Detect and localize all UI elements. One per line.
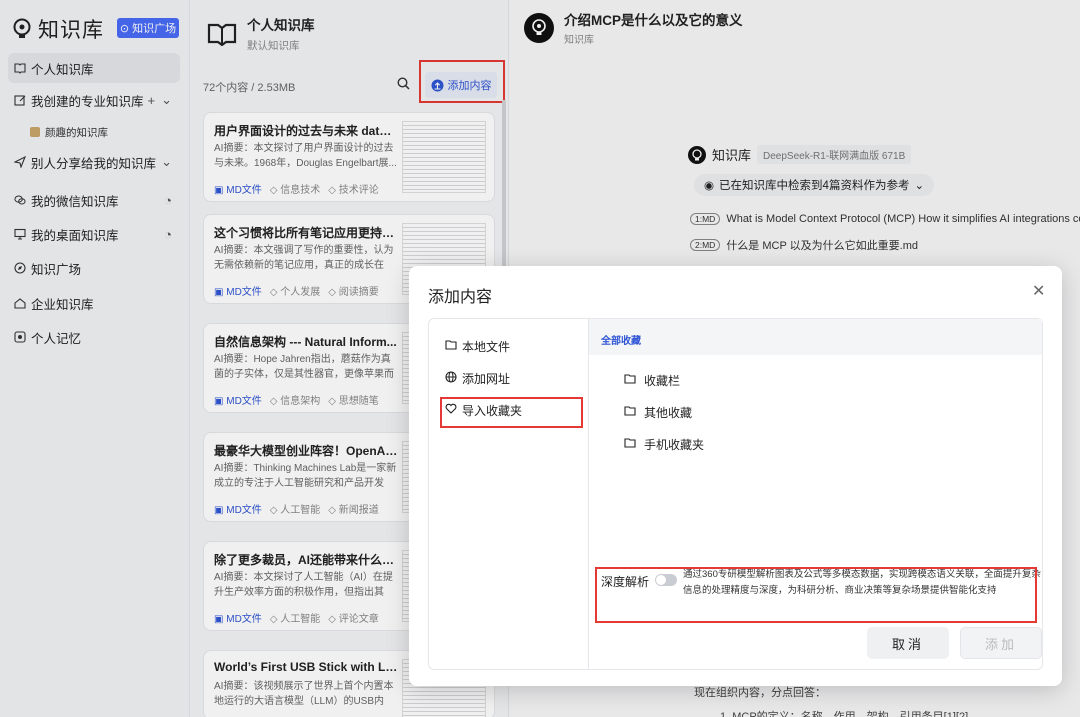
folder-icon <box>445 339 457 353</box>
folder-icon <box>624 437 636 451</box>
folder-icon <box>624 405 636 419</box>
cancel-button[interactable]: 取消 <box>867 627 949 659</box>
close-icon[interactable]: ✕ <box>1032 281 1045 301</box>
add-button[interactable]: 添加 <box>960 627 1042 659</box>
highlight-box-import <box>440 397 583 428</box>
source-options: 本地文件 添加网址 导入收藏夹 <box>429 319 589 669</box>
folder-icon <box>624 373 636 387</box>
option-add-url[interactable]: 添加网址 <box>445 366 510 390</box>
bookmark-folder[interactable]: 手机收藏夹 <box>624 432 704 456</box>
add-content-dialog: 添加内容 ✕ 本地文件 添加网址 导入收藏夹 全部收藏 收藏栏 其他收藏 手机收… <box>409 266 1062 686</box>
globe-icon <box>445 370 457 386</box>
dialog-title: 添加内容 <box>428 289 493 306</box>
highlight-box-deep-parse <box>595 567 1037 623</box>
bookmark-folder[interactable]: 其他收藏 <box>624 400 692 424</box>
bookmarks-header: 全部收藏 <box>589 319 1042 355</box>
bookmark-folder[interactable]: 收藏栏 <box>624 368 680 392</box>
dialog-body: 本地文件 添加网址 导入收藏夹 全部收藏 收藏栏 其他收藏 手机收藏夹 深度解析… <box>428 318 1043 670</box>
option-local-file[interactable]: 本地文件 <box>445 334 510 358</box>
